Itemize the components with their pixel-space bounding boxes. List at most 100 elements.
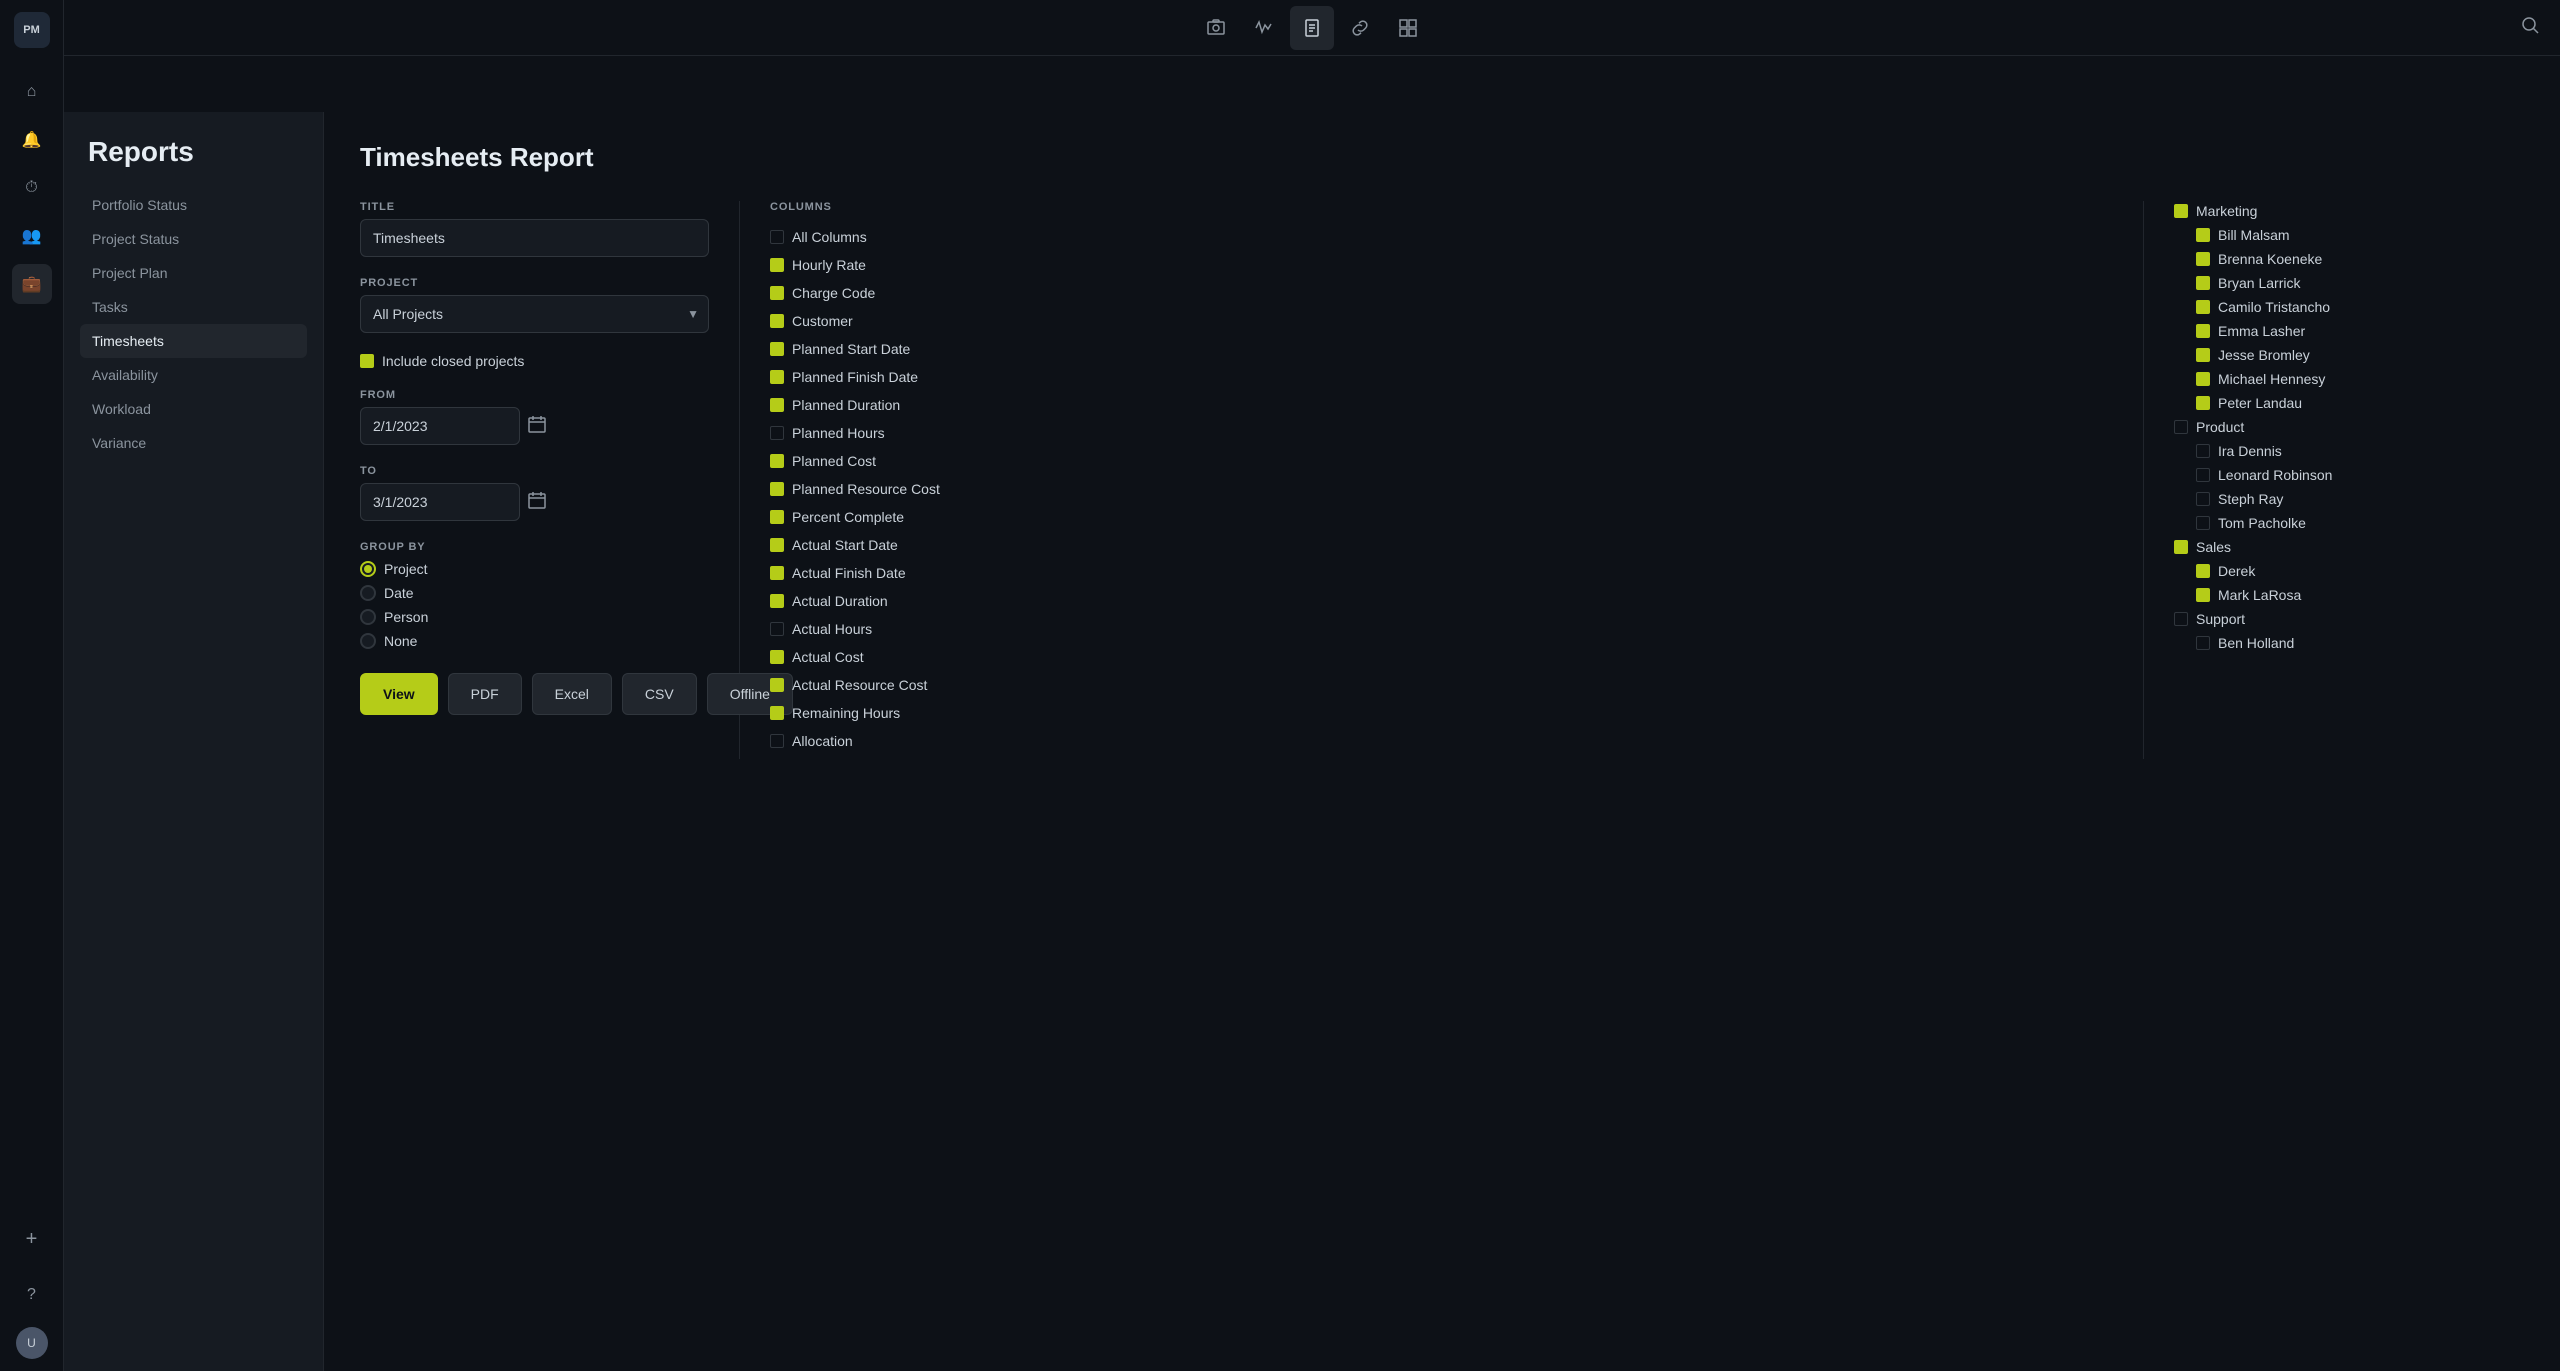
resource-jesse-checkbox[interactable] <box>2196 348 2210 362</box>
col-allocation[interactable]: Allocation <box>770 731 2113 751</box>
col-planned-duration[interactable]: Planned Duration <box>770 395 2113 415</box>
col-customer-checkbox[interactable] <box>770 314 784 328</box>
resource-tom-checkbox[interactable] <box>2196 516 2210 530</box>
group-by-person[interactable]: Person <box>360 609 709 625</box>
resource-camilo-tristancho[interactable]: Camilo Tristancho <box>2174 297 2524 317</box>
resource-tom-pacholke[interactable]: Tom Pacholke <box>2174 513 2524 533</box>
radio-none[interactable] <box>360 633 376 649</box>
sidebar-item-project-status[interactable]: Project Status <box>80 222 307 256</box>
col-hourly-rate-checkbox[interactable] <box>770 258 784 272</box>
col-planned-start-checkbox[interactable] <box>770 342 784 356</box>
to-date-input[interactable] <box>360 483 520 521</box>
pdf-button[interactable]: PDF <box>448 673 522 715</box>
resource-ira-dennis[interactable]: Ira Dennis <box>2174 441 2524 461</box>
resource-derek-checkbox[interactable] <box>2196 564 2210 578</box>
resource-leonard-robinson[interactable]: Leonard Robinson <box>2174 465 2524 485</box>
add-icon[interactable]: + <box>12 1219 52 1259</box>
search-icon[interactable] <box>2520 15 2540 40</box>
resource-derek[interactable]: Derek <box>2174 561 2524 581</box>
col-actual-hours-checkbox[interactable] <box>770 622 784 636</box>
resource-steph-checkbox[interactable] <box>2196 492 2210 506</box>
col-actual-duration-checkbox[interactable] <box>770 594 784 608</box>
group-by-date[interactable]: Date <box>360 585 709 601</box>
col-planned-hours[interactable]: Planned Hours <box>770 423 2113 443</box>
table-icon[interactable] <box>1386 6 1430 50</box>
sidebar-item-availability[interactable]: Availability <box>80 358 307 392</box>
resource-peter-checkbox[interactable] <box>2196 396 2210 410</box>
col-actual-cost-checkbox[interactable] <box>770 650 784 664</box>
resource-bryan-larrick[interactable]: Bryan Larrick <box>2174 273 2524 293</box>
resource-michael-checkbox[interactable] <box>2196 372 2210 386</box>
report-icon[interactable] <box>1290 6 1334 50</box>
col-remaining-hours[interactable]: Remaining Hours <box>770 703 2113 723</box>
col-planned-hours-checkbox[interactable] <box>770 426 784 440</box>
sidebar-item-tasks[interactable]: Tasks <box>80 290 307 324</box>
col-planned-cost-checkbox[interactable] <box>770 454 784 468</box>
col-allocation-checkbox[interactable] <box>770 734 784 748</box>
radio-date[interactable] <box>360 585 376 601</box>
resource-bill-malsam[interactable]: Bill Malsam <box>2174 225 2524 245</box>
group-by-none[interactable]: None <box>360 633 709 649</box>
calendar-to-icon[interactable] <box>528 491 546 514</box>
briefcase-icon[interactable]: 💼 <box>12 264 52 304</box>
resource-jesse-bromley[interactable]: Jesse Bromley <box>2174 345 2524 365</box>
sidebar-item-timesheets[interactable]: Timesheets <box>80 324 307 358</box>
radio-person[interactable] <box>360 609 376 625</box>
col-planned-start[interactable]: Planned Start Date <box>770 339 2113 359</box>
col-actual-start-checkbox[interactable] <box>770 538 784 552</box>
include-closed-checkbox[interactable] <box>360 354 374 368</box>
sidebar-item-workload[interactable]: Workload <box>80 392 307 426</box>
resource-emma-checkbox[interactable] <box>2196 324 2210 338</box>
col-hourly-rate[interactable]: Hourly Rate <box>770 255 2113 275</box>
resource-product-checkbox[interactable] <box>2174 420 2188 434</box>
resource-brenna-koeneke-checkbox[interactable] <box>2196 252 2210 266</box>
col-actual-resource-cost[interactable]: Actual Resource Cost <box>770 675 2113 695</box>
col-all-columns-checkbox[interactable] <box>770 230 784 244</box>
resource-steph-ray[interactable]: Steph Ray <box>2174 489 2524 509</box>
col-actual-finish[interactable]: Actual Finish Date <box>770 563 2113 583</box>
col-all-columns[interactable]: All Columns <box>770 227 2113 247</box>
resource-sales-checkbox[interactable] <box>2174 540 2188 554</box>
resource-support-checkbox[interactable] <box>2174 612 2188 626</box>
col-charge-code[interactable]: Charge Code <box>770 283 2113 303</box>
resource-leonard-checkbox[interactable] <box>2196 468 2210 482</box>
bell-icon[interactable]: 🔔 <box>12 120 52 160</box>
excel-button[interactable]: Excel <box>532 673 612 715</box>
col-actual-cost[interactable]: Actual Cost <box>770 647 2113 667</box>
resource-bill-malsam-checkbox[interactable] <box>2196 228 2210 242</box>
screenshot-icon[interactable] <box>1194 6 1238 50</box>
resource-mark-larosa[interactable]: Mark LaRosa <box>2174 585 2524 605</box>
col-planned-finish[interactable]: Planned Finish Date <box>770 367 2113 387</box>
csv-button[interactable]: CSV <box>622 673 697 715</box>
col-actual-duration[interactable]: Actual Duration <box>770 591 2113 611</box>
users-icon[interactable]: 👥 <box>12 216 52 256</box>
from-date-input[interactable] <box>360 407 520 445</box>
home-icon[interactable]: ⌂ <box>12 72 52 112</box>
sidebar-item-project-plan[interactable]: Project Plan <box>80 256 307 290</box>
col-actual-hours[interactable]: Actual Hours <box>770 619 2113 639</box>
col-actual-finish-checkbox[interactable] <box>770 566 784 580</box>
resource-emma-lasher[interactable]: Emma Lasher <box>2174 321 2524 341</box>
resource-mark-checkbox[interactable] <box>2196 588 2210 602</box>
link-icon[interactable] <box>1338 6 1382 50</box>
resource-ben-holland[interactable]: Ben Holland <box>2174 633 2524 653</box>
col-planned-resource-cost-checkbox[interactable] <box>770 482 784 496</box>
resource-camilo-checkbox[interactable] <box>2196 300 2210 314</box>
col-charge-code-checkbox[interactable] <box>770 286 784 300</box>
resource-ira-checkbox[interactable] <box>2196 444 2210 458</box>
include-closed-row[interactable]: Include closed projects <box>360 353 709 369</box>
col-planned-finish-checkbox[interactable] <box>770 370 784 384</box>
activity-icon[interactable] <box>1242 6 1286 50</box>
sidebar-item-portfolio-status[interactable]: Portfolio Status <box>80 188 307 222</box>
sidebar-item-variance[interactable]: Variance <box>80 426 307 460</box>
group-by-project[interactable]: Project <box>360 561 709 577</box>
resource-ben-checkbox[interactable] <box>2196 636 2210 650</box>
col-percent-complete-checkbox[interactable] <box>770 510 784 524</box>
resource-marketing-checkbox[interactable] <box>2174 204 2188 218</box>
col-planned-duration-checkbox[interactable] <box>770 398 784 412</box>
col-percent-complete[interactable]: Percent Complete <box>770 507 2113 527</box>
resource-bryan-larrick-checkbox[interactable] <box>2196 276 2210 290</box>
radio-project[interactable] <box>360 561 376 577</box>
col-actual-resource-cost-checkbox[interactable] <box>770 678 784 692</box>
resource-michael-hennesy[interactable]: Michael Hennesy <box>2174 369 2524 389</box>
